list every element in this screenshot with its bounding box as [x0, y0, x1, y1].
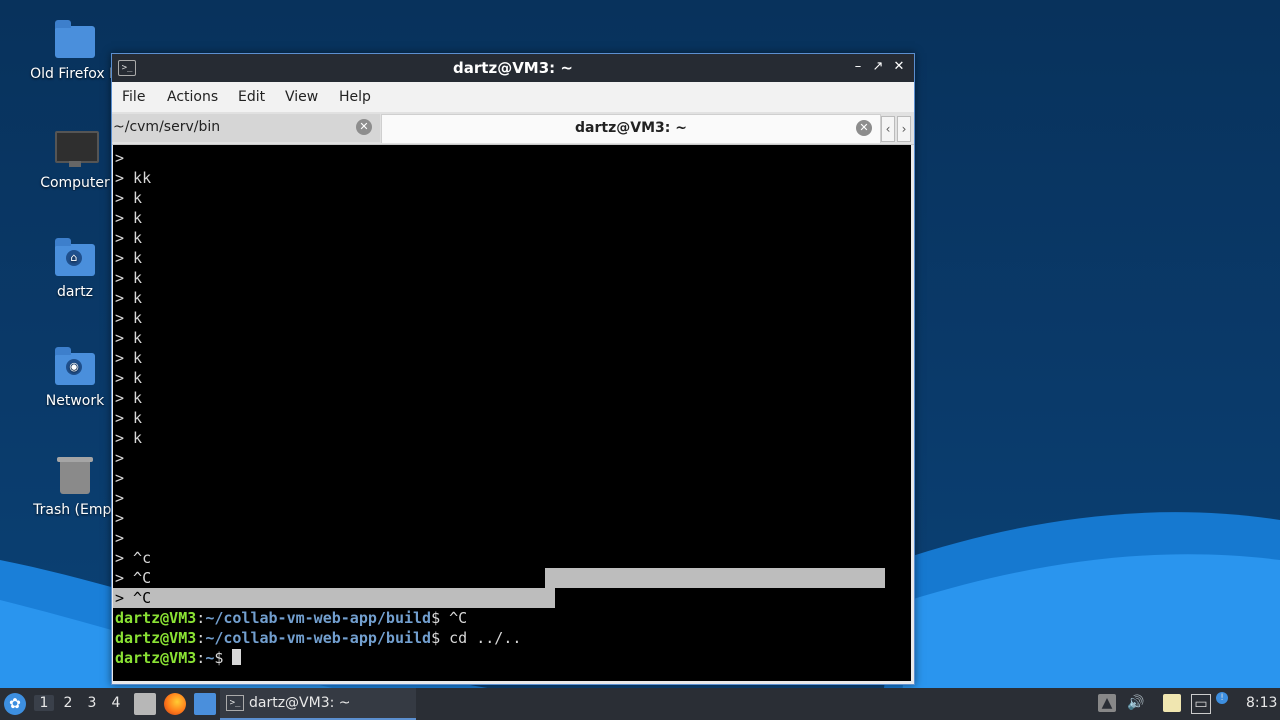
terminal-line: > [115, 509, 125, 527]
terminal-line: > k [115, 349, 143, 367]
terminal-line: > k [115, 189, 143, 207]
terminal-line: > k [115, 249, 143, 267]
text-selection [545, 568, 885, 588]
terminal-line: > k [115, 409, 143, 427]
terminal-line: > k [115, 389, 143, 407]
prompt-line: dartz@VM3:~/collab-vm-web-app/build$ cd … [115, 629, 522, 647]
tab-scroll-left-icon[interactable]: ‹ [881, 116, 895, 142]
show-desktop-icon[interactable] [194, 693, 216, 715]
text-selection [113, 588, 555, 608]
tab-scroll-right-icon[interactable]: › [897, 116, 911, 142]
prompt-command [223, 649, 232, 667]
terminal-line: > k [115, 309, 143, 327]
terminal-line: > [115, 449, 125, 467]
terminal-line: > ^c [115, 549, 152, 567]
workspace-2[interactable]: 2 [58, 695, 78, 711]
tab-bar: ~/cvm/serv/bin ✕ dartz@VM3: ~ ✕ ‹ › [112, 112, 914, 145]
volume-icon[interactable]: 🔊 [1127, 694, 1145, 712]
terminal-line: > k [115, 269, 143, 287]
tab-home[interactable]: dartz@VM3: ~ ✕ [381, 114, 881, 143]
terminal-line: > [115, 529, 125, 547]
clock[interactable]: 8:13 [1246, 695, 1277, 711]
file-manager-icon[interactable] [134, 693, 156, 715]
terminal-line: > k [115, 329, 143, 347]
terminal-app-icon: >_ [226, 695, 244, 711]
terminal-window: >_ dartz@VM3: ~ – ↗ ✕ File Actions Edit … [111, 53, 915, 685]
network-icon[interactable]: ▭ [1191, 694, 1211, 714]
window-titlebar[interactable]: >_ dartz@VM3: ~ – ↗ ✕ [112, 54, 914, 82]
trash-icon [53, 454, 97, 496]
tab-label: ~/cvm/serv/bin [113, 119, 221, 135]
tab-close-icon[interactable]: ✕ [356, 119, 372, 135]
taskbar-window-button[interactable]: >_ dartz@VM3: ~ [220, 688, 416, 720]
terminal-line: > [115, 149, 125, 167]
menu-actions[interactable]: Actions [167, 89, 218, 105]
close-button[interactable]: ✕ [891, 58, 907, 76]
terminal-output[interactable]: > > kk > k > k > k > k > k > k > k > k > k > k > k > … [113, 145, 911, 681]
prompt-path: ~/collab-vm-web-app/build [205, 629, 432, 647]
terminal-line: > [115, 489, 125, 507]
prompt-command: ^C [440, 609, 468, 627]
menu-bar: File Actions Edit View Help [112, 82, 914, 112]
menu-help[interactable]: Help [339, 89, 371, 105]
prompt-command: cd ../.. [440, 629, 522, 647]
text-cursor [232, 649, 242, 665]
taskbar: ✿ 1 2 3 4 >_ dartz@VM3: ~ ▲ 🔊 ▭ ! 8:13 [0, 688, 1280, 720]
maximize-button[interactable]: ↗ [870, 58, 886, 76]
prompt-user: dartz@VM3 [115, 609, 197, 627]
workspace-1[interactable]: 1 [34, 695, 54, 711]
terminal-line: > kk [115, 169, 152, 187]
prompt-path: ~ [205, 649, 215, 667]
terminal-line: > k [115, 289, 143, 307]
terminal-line: > k [115, 229, 143, 247]
clipboard-icon[interactable] [1163, 694, 1181, 712]
notification-icon[interactable]: ! [1216, 692, 1228, 704]
terminal-line: > k [115, 209, 143, 227]
terminal-line: > ^C [115, 589, 152, 607]
network-folder-icon: ◉ [53, 345, 97, 387]
menu-view[interactable]: View [285, 89, 318, 105]
tab-cvm-serv-bin[interactable]: ~/cvm/serv/bin ✕ [112, 114, 380, 142]
prompt-path: ~/collab-vm-web-app/build [205, 609, 432, 627]
tray-up-icon[interactable]: ▲ [1098, 694, 1116, 712]
prompt-line: dartz@VM3:~/collab-vm-web-app/build$ ^C [115, 609, 468, 627]
prompt-user: dartz@VM3 [115, 649, 197, 667]
workspace-3[interactable]: 3 [82, 695, 102, 711]
terminal-line: > ^C [115, 569, 152, 587]
minimize-button[interactable]: – [850, 58, 866, 76]
window-title: dartz@VM3: ~ [453, 59, 573, 77]
home-folder-icon: ⌂ [53, 236, 97, 278]
folder-icon [53, 18, 97, 60]
tab-label: dartz@VM3: ~ [575, 120, 687, 136]
menu-edit[interactable]: Edit [238, 89, 265, 105]
tab-close-icon[interactable]: ✕ [856, 120, 872, 136]
firefox-icon[interactable] [164, 693, 186, 715]
terminal-line: > k [115, 429, 143, 447]
computer-icon [53, 127, 99, 169]
prompt-line: dartz@VM3:~$ [115, 648, 242, 668]
taskbar-window-label: dartz@VM3: ~ [249, 695, 351, 711]
terminal-line: > [115, 469, 125, 487]
menu-file[interactable]: File [122, 89, 145, 105]
terminal-line: > k [115, 369, 143, 387]
workspace-4[interactable]: 4 [106, 695, 126, 711]
start-menu-icon[interactable]: ✿ [4, 693, 26, 715]
prompt-user: dartz@VM3 [115, 629, 197, 647]
